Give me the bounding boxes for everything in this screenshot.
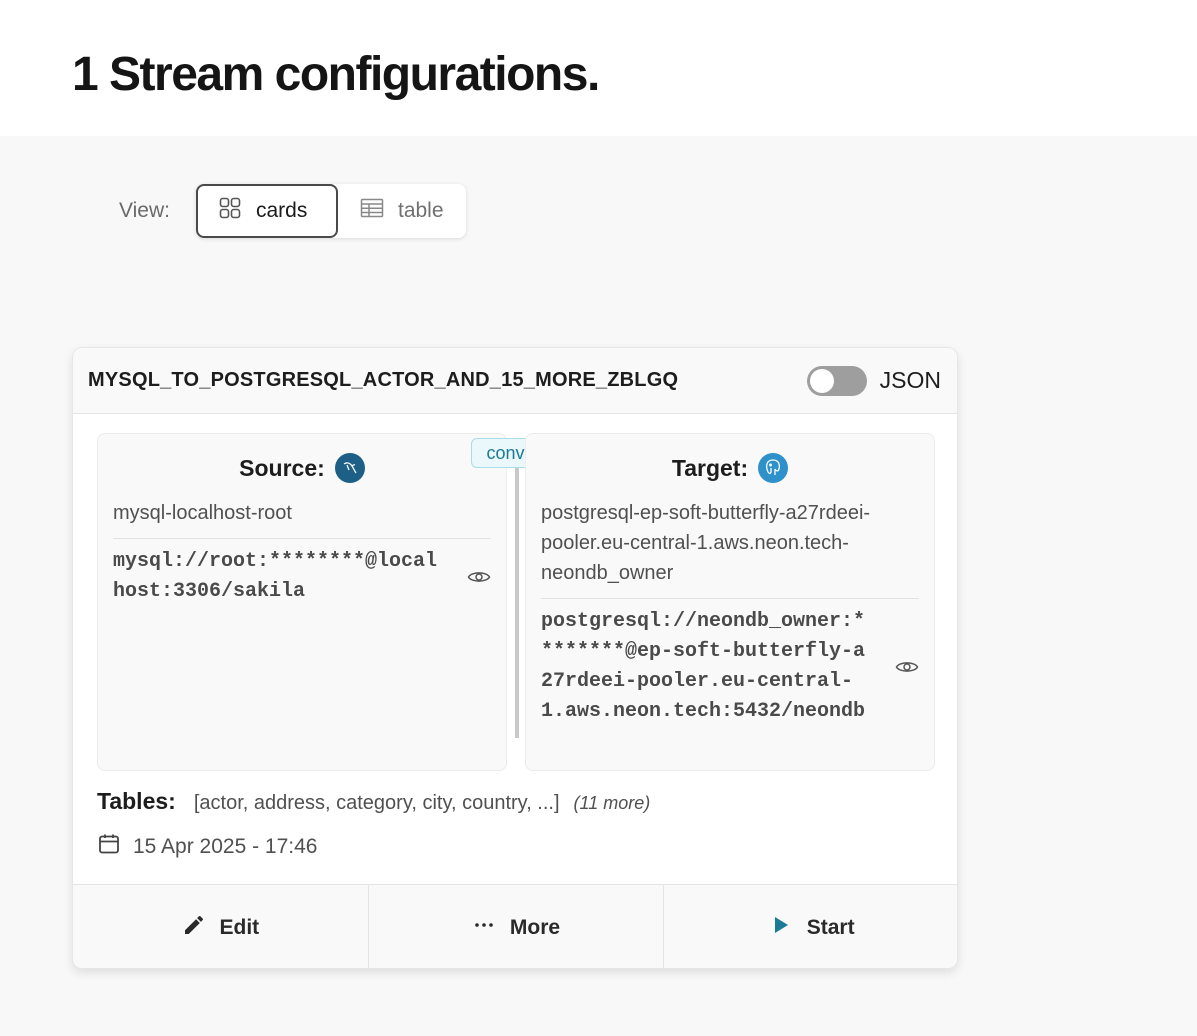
start-label: Start	[806, 915, 855, 939]
view-switcher: View: cards table	[119, 184, 466, 238]
json-toggle: JSON	[806, 365, 941, 396]
tables-value: [actor, address, category, city, country…	[193, 792, 560, 814]
eye-icon[interactable]	[467, 565, 491, 589]
source-heading: Source:	[98, 452, 506, 484]
switch-knob	[809, 368, 834, 393]
tables-more[interactable]: (11 more)	[574, 793, 651, 814]
edit-label: Edit	[219, 915, 260, 939]
target-heading-label: Target:	[671, 454, 749, 481]
view-cards-button[interactable]: cards	[195, 184, 338, 238]
grid-icon	[218, 196, 242, 226]
ellipsis-icon	[472, 913, 496, 943]
tables-row: Tables: [actor, address, category, city,…	[97, 788, 650, 815]
stream-card: MYSQL_TO_POSTGRESQL_ACTOR_AND_15_MORE_ZB…	[72, 347, 958, 969]
view-table-button[interactable]: table	[338, 184, 466, 238]
page-title: 1 Stream configurations.	[72, 48, 600, 101]
target-panel: Target: postgresql-ep-soft-butterfly-a27…	[525, 433, 935, 771]
start-button[interactable]: Start	[664, 885, 957, 968]
source-connection-url: mysql://root:********@localhost:3306/sak…	[113, 550, 438, 603]
tables-label: Tables:	[97, 788, 176, 814]
created-date: 15 Apr 2025 - 17:46	[133, 834, 318, 858]
view-cards-label: cards	[255, 199, 308, 222]
json-switch[interactable]	[806, 365, 867, 396]
stream-name: MYSQL_TO_POSTGRESQL_ACTOR_AND_15_MORE_ZB…	[88, 369, 679, 391]
target-connection-url: postgresql://neondb_owner:********@ep-so…	[541, 610, 866, 723]
more-button[interactable]: More	[369, 885, 665, 968]
stream-card-header: MYSQL_TO_POSTGRESQL_ACTOR_AND_15_MORE_ZB…	[73, 348, 957, 414]
postgresql-icon	[758, 453, 789, 483]
calendar-icon	[97, 832, 121, 861]
mysql-icon	[334, 453, 365, 483]
more-label: More	[509, 915, 561, 939]
pencil-icon	[182, 913, 206, 943]
target-heading: Target:	[526, 452, 934, 484]
view-table-label: table	[397, 199, 444, 222]
play-icon	[769, 913, 793, 943]
page-header: 1 Stream configurations.	[0, 0, 1197, 136]
source-panel: Source: mysql-localhost-root mysql://roo…	[97, 433, 507, 771]
edit-button[interactable]: Edit	[73, 885, 369, 968]
json-label: JSON	[879, 367, 941, 393]
view-toggle-group: cards table	[195, 184, 466, 238]
target-connection-name: postgresql-ep-soft-butterfly-a27rdeei-po…	[541, 498, 919, 599]
source-connection-name: mysql-localhost-root	[113, 498, 491, 539]
convert-connector	[515, 468, 519, 738]
target-connection-url-row: postgresql://neondb_owner:********@ep-so…	[541, 607, 919, 727]
source-heading-label: Source:	[239, 454, 325, 481]
eye-icon[interactable]	[895, 655, 919, 679]
view-label: View:	[119, 199, 170, 222]
created-date-row: 15 Apr 2025 - 17:46	[97, 832, 317, 861]
source-connection-url-row: mysql://root:********@localhost:3306/sak…	[113, 547, 491, 607]
table-icon	[360, 196, 384, 226]
card-actions: Edit More Start	[73, 884, 957, 968]
